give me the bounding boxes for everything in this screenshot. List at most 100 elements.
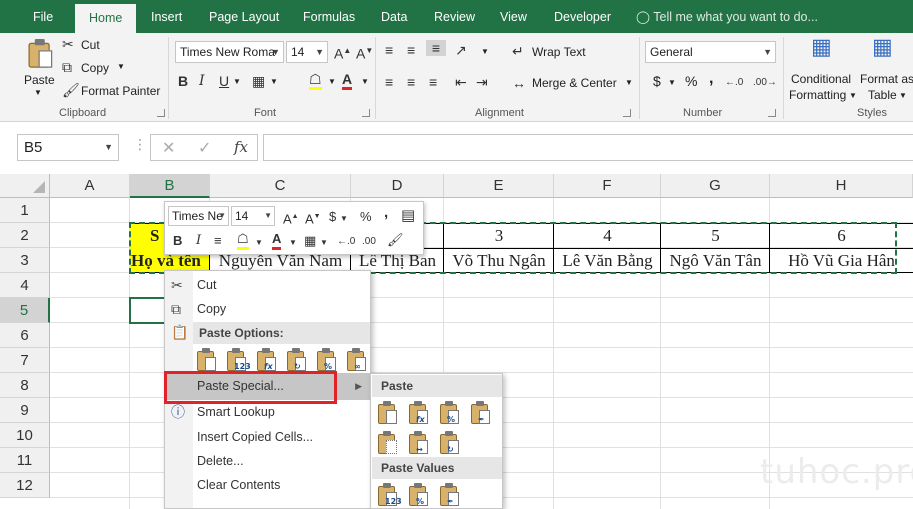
- format-painter-button[interactable]: Format Painter: [81, 84, 160, 98]
- bold-button[interactable]: B: [173, 233, 182, 249]
- cancel-icon[interactable]: ✕: [162, 138, 175, 158]
- fill-color-icon[interactable]: ☖: [309, 71, 322, 90]
- increase-decimal-icon[interactable]: ←.0: [725, 75, 743, 91]
- increase-indent-icon[interactable]: ⇥: [476, 74, 488, 90]
- fill-color-icon[interactable]: ☖: [237, 231, 249, 250]
- align-top-icon[interactable]: ≡: [385, 42, 393, 58]
- paste-formulas-number-format-icon[interactable]: %: [438, 401, 460, 425]
- column-header-b[interactable]: B: [130, 174, 210, 198]
- comma-button[interactable]: ,: [384, 205, 388, 221]
- paste-keep-source-formatting-icon[interactable]: ✒: [469, 401, 491, 425]
- formula-input[interactable]: [263, 134, 913, 161]
- column-header-d[interactable]: D: [351, 174, 444, 198]
- column-header-a[interactable]: A: [50, 174, 130, 198]
- name-box[interactable]: B5 ▼: [17, 134, 119, 161]
- paste-button[interactable]: Paste: [24, 73, 55, 87]
- decrease-font-icon[interactable]: A▼: [305, 209, 321, 227]
- paste-formulas-icon[interactable]: fx: [407, 401, 429, 425]
- comma-button[interactable]: ,: [709, 70, 713, 88]
- align-bottom-icon[interactable]: ≡: [426, 40, 446, 56]
- paste-transpose-icon[interactable]: ↻: [438, 431, 460, 455]
- underline-icon[interactable]: U: [219, 73, 229, 89]
- percent-button[interactable]: %: [360, 209, 372, 225]
- decrease-decimal-icon[interactable]: .00→: [753, 75, 777, 91]
- align-center-icon[interactable]: ≡: [407, 74, 415, 90]
- column-header-e[interactable]: E: [444, 174, 554, 198]
- row-header-1[interactable]: 1: [0, 198, 50, 223]
- tab-insert[interactable]: Insert: [151, 0, 182, 33]
- enter-icon[interactable]: ✓: [198, 138, 211, 158]
- row-header-8[interactable]: 8: [0, 373, 50, 398]
- tab-developer[interactable]: Developer: [554, 0, 611, 33]
- increase-font-icon[interactable]: A▲: [334, 43, 351, 62]
- paste-link-icon[interactable]: ∞: [345, 348, 367, 372]
- borders-icon[interactable]: ▦: [252, 73, 265, 89]
- number-format-select[interactable]: General ▼: [645, 41, 776, 63]
- copy-button[interactable]: Copy: [81, 61, 109, 75]
- percent-button[interactable]: %: [685, 73, 697, 89]
- decrease-font-icon[interactable]: A▼: [356, 43, 373, 62]
- menu-item-cut[interactable]: ✂ Cut: [165, 273, 370, 298]
- menu-item-insert-copied-cells[interactable]: Insert Copied Cells...: [165, 425, 370, 450]
- row-header-11[interactable]: 11: [0, 448, 50, 473]
- alignment-launcher-icon[interactable]: [623, 109, 631, 117]
- menu-item-delete[interactable]: Delete...: [165, 449, 370, 474]
- paste-no-borders-icon[interactable]: [376, 431, 398, 455]
- paste-values-number-format-icon[interactable]: %: [407, 483, 429, 507]
- tab-data[interactable]: Data: [381, 0, 407, 33]
- column-header-g[interactable]: G: [661, 174, 770, 198]
- tab-home[interactable]: Home: [75, 4, 137, 33]
- row-header-9[interactable]: 9: [0, 398, 50, 423]
- row-header-7[interactable]: 7: [0, 348, 50, 373]
- tell-me-box[interactable]: ◯ Tell me what you want to do...: [636, 0, 818, 33]
- format-as-table-button[interactable]: Format as: [860, 72, 913, 86]
- increase-font-icon[interactable]: A▲: [283, 209, 299, 227]
- currency-button[interactable]: $: [329, 209, 336, 225]
- paste-icon[interactable]: [376, 401, 398, 425]
- font-color-icon[interactable]: A: [272, 231, 282, 250]
- row-header-3[interactable]: 3: [0, 248, 50, 273]
- font-launcher-icon[interactable]: [362, 109, 370, 117]
- select-all-corner[interactable]: [0, 174, 50, 198]
- row-header-2[interactable]: 2: [0, 223, 50, 248]
- format-painter-icon[interactable]: 🖌: [387, 232, 404, 248]
- mini-size-select[interactable]: 14 ▼: [231, 206, 275, 226]
- clipboard-launcher-icon[interactable]: [157, 109, 165, 117]
- paste-transpose-icon[interactable]: ↻: [285, 348, 307, 372]
- cut-button[interactable]: Cut: [81, 38, 100, 52]
- decrease-indent-icon[interactable]: ⇤: [455, 74, 467, 90]
- align-middle-icon[interactable]: ≡: [407, 42, 415, 58]
- paste-values-source-formatting-icon[interactable]: ✒: [438, 483, 460, 507]
- tab-page-layout[interactable]: Page Layout: [209, 0, 279, 33]
- menu-item-clear-contents[interactable]: Clear Contents: [165, 473, 370, 498]
- align-center-icon[interactable]: ≡: [214, 233, 222, 249]
- tab-formulas[interactable]: Formulas: [303, 0, 355, 33]
- row-header-5[interactable]: 5: [0, 298, 50, 323]
- paste-values-icon[interactable]: 123: [225, 348, 251, 372]
- align-left-icon[interactable]: ≡: [385, 74, 393, 90]
- paste-formulas-icon[interactable]: fx: [255, 348, 277, 372]
- mini-font-select[interactable]: Times Ne ▼: [168, 206, 229, 226]
- tab-review[interactable]: Review: [434, 0, 475, 33]
- currency-button[interactable]: $: [653, 73, 661, 89]
- font-color-icon[interactable]: A: [342, 71, 353, 90]
- number-launcher-icon[interactable]: [768, 109, 776, 117]
- paste-values-icon[interactable]: 123: [376, 483, 402, 507]
- row-header-6[interactable]: 6: [0, 323, 50, 348]
- font-size-select[interactable]: 14 ▼: [286, 41, 328, 63]
- decrease-decimal-icon[interactable]: .00: [362, 234, 376, 250]
- paste-keep-column-widths-icon[interactable]: ↔: [407, 431, 429, 455]
- column-header-h[interactable]: H: [770, 174, 913, 198]
- column-header-c[interactable]: C: [210, 174, 351, 198]
- bold-icon[interactable]: B: [178, 73, 188, 89]
- font-name-select[interactable]: Times New Roma ▼: [175, 41, 284, 63]
- orientation-icon[interactable]: ↗: [455, 42, 467, 58]
- insert-function-icon[interactable]: fx: [234, 138, 248, 156]
- align-right-icon[interactable]: ≡: [429, 74, 437, 90]
- paste-icon[interactable]: [195, 348, 217, 372]
- conditional-formatting-button[interactable]: Conditional: [791, 72, 851, 86]
- row-header-4[interactable]: 4: [0, 273, 50, 298]
- format-cells-icon[interactable]: ▤: [401, 208, 415, 224]
- borders-icon[interactable]: ▦: [304, 233, 316, 249]
- menu-item-copy[interactable]: ⧉ Copy: [165, 297, 370, 322]
